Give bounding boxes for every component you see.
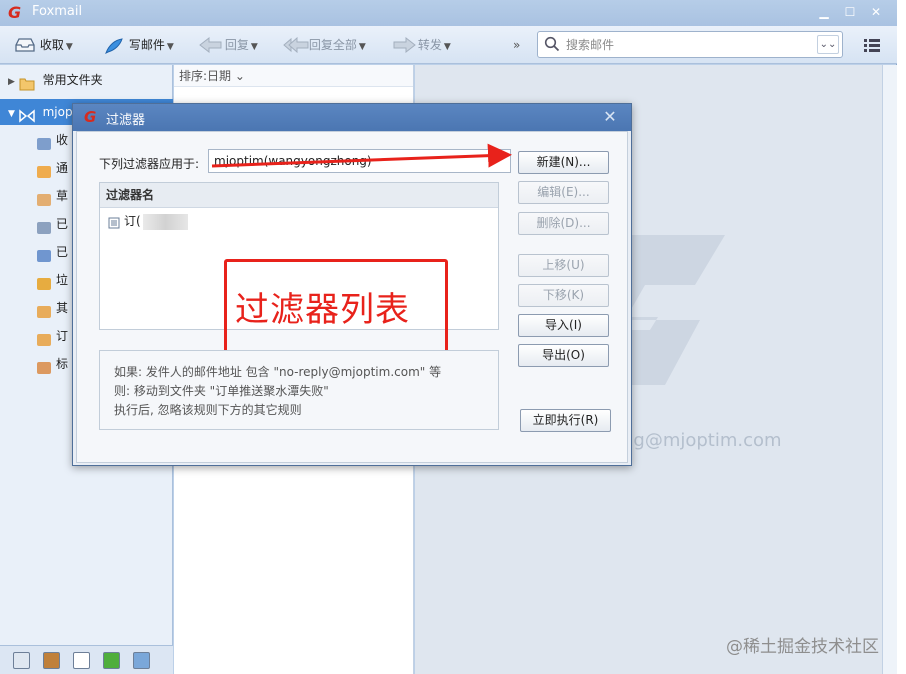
- sidebar-item-label: 订: [56, 329, 69, 343]
- filter-item-icon: [108, 216, 120, 228]
- calendar-icon[interactable]: [73, 652, 90, 669]
- sidebar-item-label: 其: [56, 301, 69, 315]
- sent-icon: [36, 218, 52, 234]
- other-folder-icon: [36, 302, 52, 318]
- main-menu-icon[interactable]: [862, 35, 882, 55]
- mail-view-icon[interactable]: [13, 652, 30, 669]
- filter-condition-text: 如果: 发件人的邮件地址 包含 "no-reply@mjoptim.com" 等: [114, 365, 442, 379]
- inbox-tray-icon: [14, 37, 36, 55]
- account-label: mjop: [42, 105, 73, 119]
- new-filter-button[interactable]: 新建(N)...: [518, 151, 609, 174]
- compose-button[interactable]: 写邮件 ▼: [103, 35, 174, 55]
- filter-dialog: G 过滤器 ✕ 下列过滤器应用于: mjoptim(wangyongzhong)…: [72, 103, 632, 466]
- watermark-text: @稀土掘金技术社区: [726, 637, 879, 657]
- notes-icon[interactable]: [103, 652, 120, 669]
- draft-icon: [36, 190, 52, 206]
- dialog-body: 下列过滤器应用于: mjoptim(wangyongzhong) 新建(N)..…: [76, 131, 628, 463]
- maximize-icon[interactable]: ☐: [840, 3, 860, 21]
- move-down-button[interactable]: 下移(K): [518, 284, 609, 307]
- sidebar-item-label: 标: [56, 357, 69, 371]
- foxmail-logo-icon: G: [84, 108, 97, 126]
- import-button[interactable]: 导入(I): [518, 314, 609, 337]
- sidebar-item-label: 已: [56, 217, 69, 231]
- foxmail-logo-icon: G: [8, 3, 22, 22]
- sidebar-item-label: 通: [56, 161, 69, 175]
- export-button[interactable]: 导出(O): [518, 344, 609, 367]
- minimize-icon[interactable]: ▁: [814, 3, 834, 21]
- forward-button[interactable]: 转发 ▼: [392, 35, 451, 55]
- account-email-text: ng@mjoptim.com: [622, 430, 782, 451]
- account-icon: [19, 106, 35, 123]
- bottom-nav-bar: [0, 645, 173, 674]
- reply-all-arrow-icon: [283, 36, 309, 55]
- run-now-button[interactable]: 立即执行(R): [520, 409, 611, 432]
- reply-dropdown-icon[interactable]: ▼: [251, 42, 258, 52]
- forward-arrow-icon: [392, 36, 416, 55]
- sort-selector[interactable]: 排序:日期 ⌄: [174, 65, 413, 87]
- reply-all-label: 回复全部: [308, 38, 357, 52]
- background-edge: [897, 0, 906, 674]
- receive-dropdown-icon[interactable]: ▼: [66, 42, 73, 52]
- search-icon: [544, 36, 560, 52]
- apply-to-label: 下列过滤器应用于:: [99, 157, 200, 171]
- deleted-icon: [36, 246, 52, 262]
- right-scroll-strip: [882, 65, 897, 674]
- reply-all-dropdown-icon[interactable]: ▼: [359, 42, 366, 52]
- folder-icon: [19, 74, 35, 90]
- compose-label: 写邮件: [128, 38, 165, 52]
- inbox-icon: [36, 134, 52, 150]
- reply-arrow-icon: [199, 36, 222, 55]
- edit-filter-button[interactable]: 编辑(E)...: [518, 181, 609, 204]
- search-box[interactable]: ⌄⌄: [537, 31, 843, 58]
- filter-action-text: 则: 移动到文件夹 "订单推送聚水潭失败": [114, 384, 329, 398]
- apply-to-account-select[interactable]: mjoptim(wangyongzhong): [208, 149, 511, 173]
- close-icon[interactable]: ✕: [601, 109, 619, 127]
- dialog-title: 过滤器: [106, 113, 146, 128]
- tag-folder-icon: [36, 358, 52, 374]
- move-up-button[interactable]: 上移(U): [518, 254, 609, 277]
- junk-icon: [36, 274, 52, 290]
- sidebar-item-label: 草: [56, 189, 69, 203]
- compose-dropdown-icon[interactable]: ▼: [167, 42, 174, 52]
- reply-button[interactable]: 回复 ▼: [199, 35, 258, 55]
- collapse-arrow-icon[interactable]: ▼: [8, 109, 15, 119]
- filter-description-box: 如果: 发件人的邮件地址 包含 "no-reply@mjoptim.com" 等…: [99, 350, 499, 430]
- more-tools-button[interactable]: »: [513, 35, 520, 55]
- feather-pen-icon: [103, 37, 125, 55]
- sidebar-item-label: 已: [56, 245, 69, 259]
- reply-all-button[interactable]: 回复全部 ▼: [283, 35, 366, 55]
- filter-name-column-header[interactable]: 过滤器名: [100, 183, 498, 208]
- forward-dropdown-icon[interactable]: ▼: [444, 42, 451, 52]
- title-bar: G Foxmail ▁ ☐ ✕: [0, 0, 897, 26]
- toolbar: 收取 ▼ 写邮件 ▼ 回复 ▼ 回复全部 ▼ 转发 ▼ » 搜索邮件 ⌄⌄: [0, 26, 897, 64]
- search-input[interactable]: [566, 36, 806, 54]
- annotation-text: 过滤器列表: [235, 290, 410, 330]
- filter-item-label: 订(: [124, 214, 141, 228]
- forward-label: 转发: [417, 38, 442, 52]
- delete-filter-button[interactable]: 删除(D)...: [518, 212, 609, 235]
- contacts-icon[interactable]: [43, 652, 60, 669]
- filter-after-text: 执行后, 忽略该规则下方的其它规则: [114, 403, 302, 417]
- expand-arrow-icon[interactable]: ▶: [8, 77, 15, 87]
- search-options-chevron-icon[interactable]: ⌄⌄: [817, 35, 839, 54]
- receive-label: 收取: [39, 38, 64, 52]
- subscription-folder-icon: [36, 330, 52, 346]
- receive-button[interactable]: 收取 ▼: [14, 35, 73, 55]
- filter-list: 过滤器名 订( 过滤器列表: [99, 182, 499, 375]
- app-title: Foxmail: [32, 4, 83, 19]
- sidebar-item-label: 垃: [56, 273, 69, 287]
- redacted-text: [142, 213, 188, 230]
- dialog-title-bar: G 过滤器 ✕: [73, 104, 631, 131]
- sidebar-item-label: 常用文件夹: [42, 73, 103, 87]
- close-icon[interactable]: ✕: [866, 3, 886, 21]
- sidebar-item-label: 收: [56, 133, 69, 147]
- notify-icon: [36, 162, 52, 178]
- sidebar-common-folders[interactable]: ▶ 常用文件夹: [0, 67, 173, 93]
- tasks-icon[interactable]: [133, 652, 150, 669]
- filter-list-item[interactable]: 订(: [108, 212, 188, 230]
- reply-label: 回复: [224, 38, 249, 52]
